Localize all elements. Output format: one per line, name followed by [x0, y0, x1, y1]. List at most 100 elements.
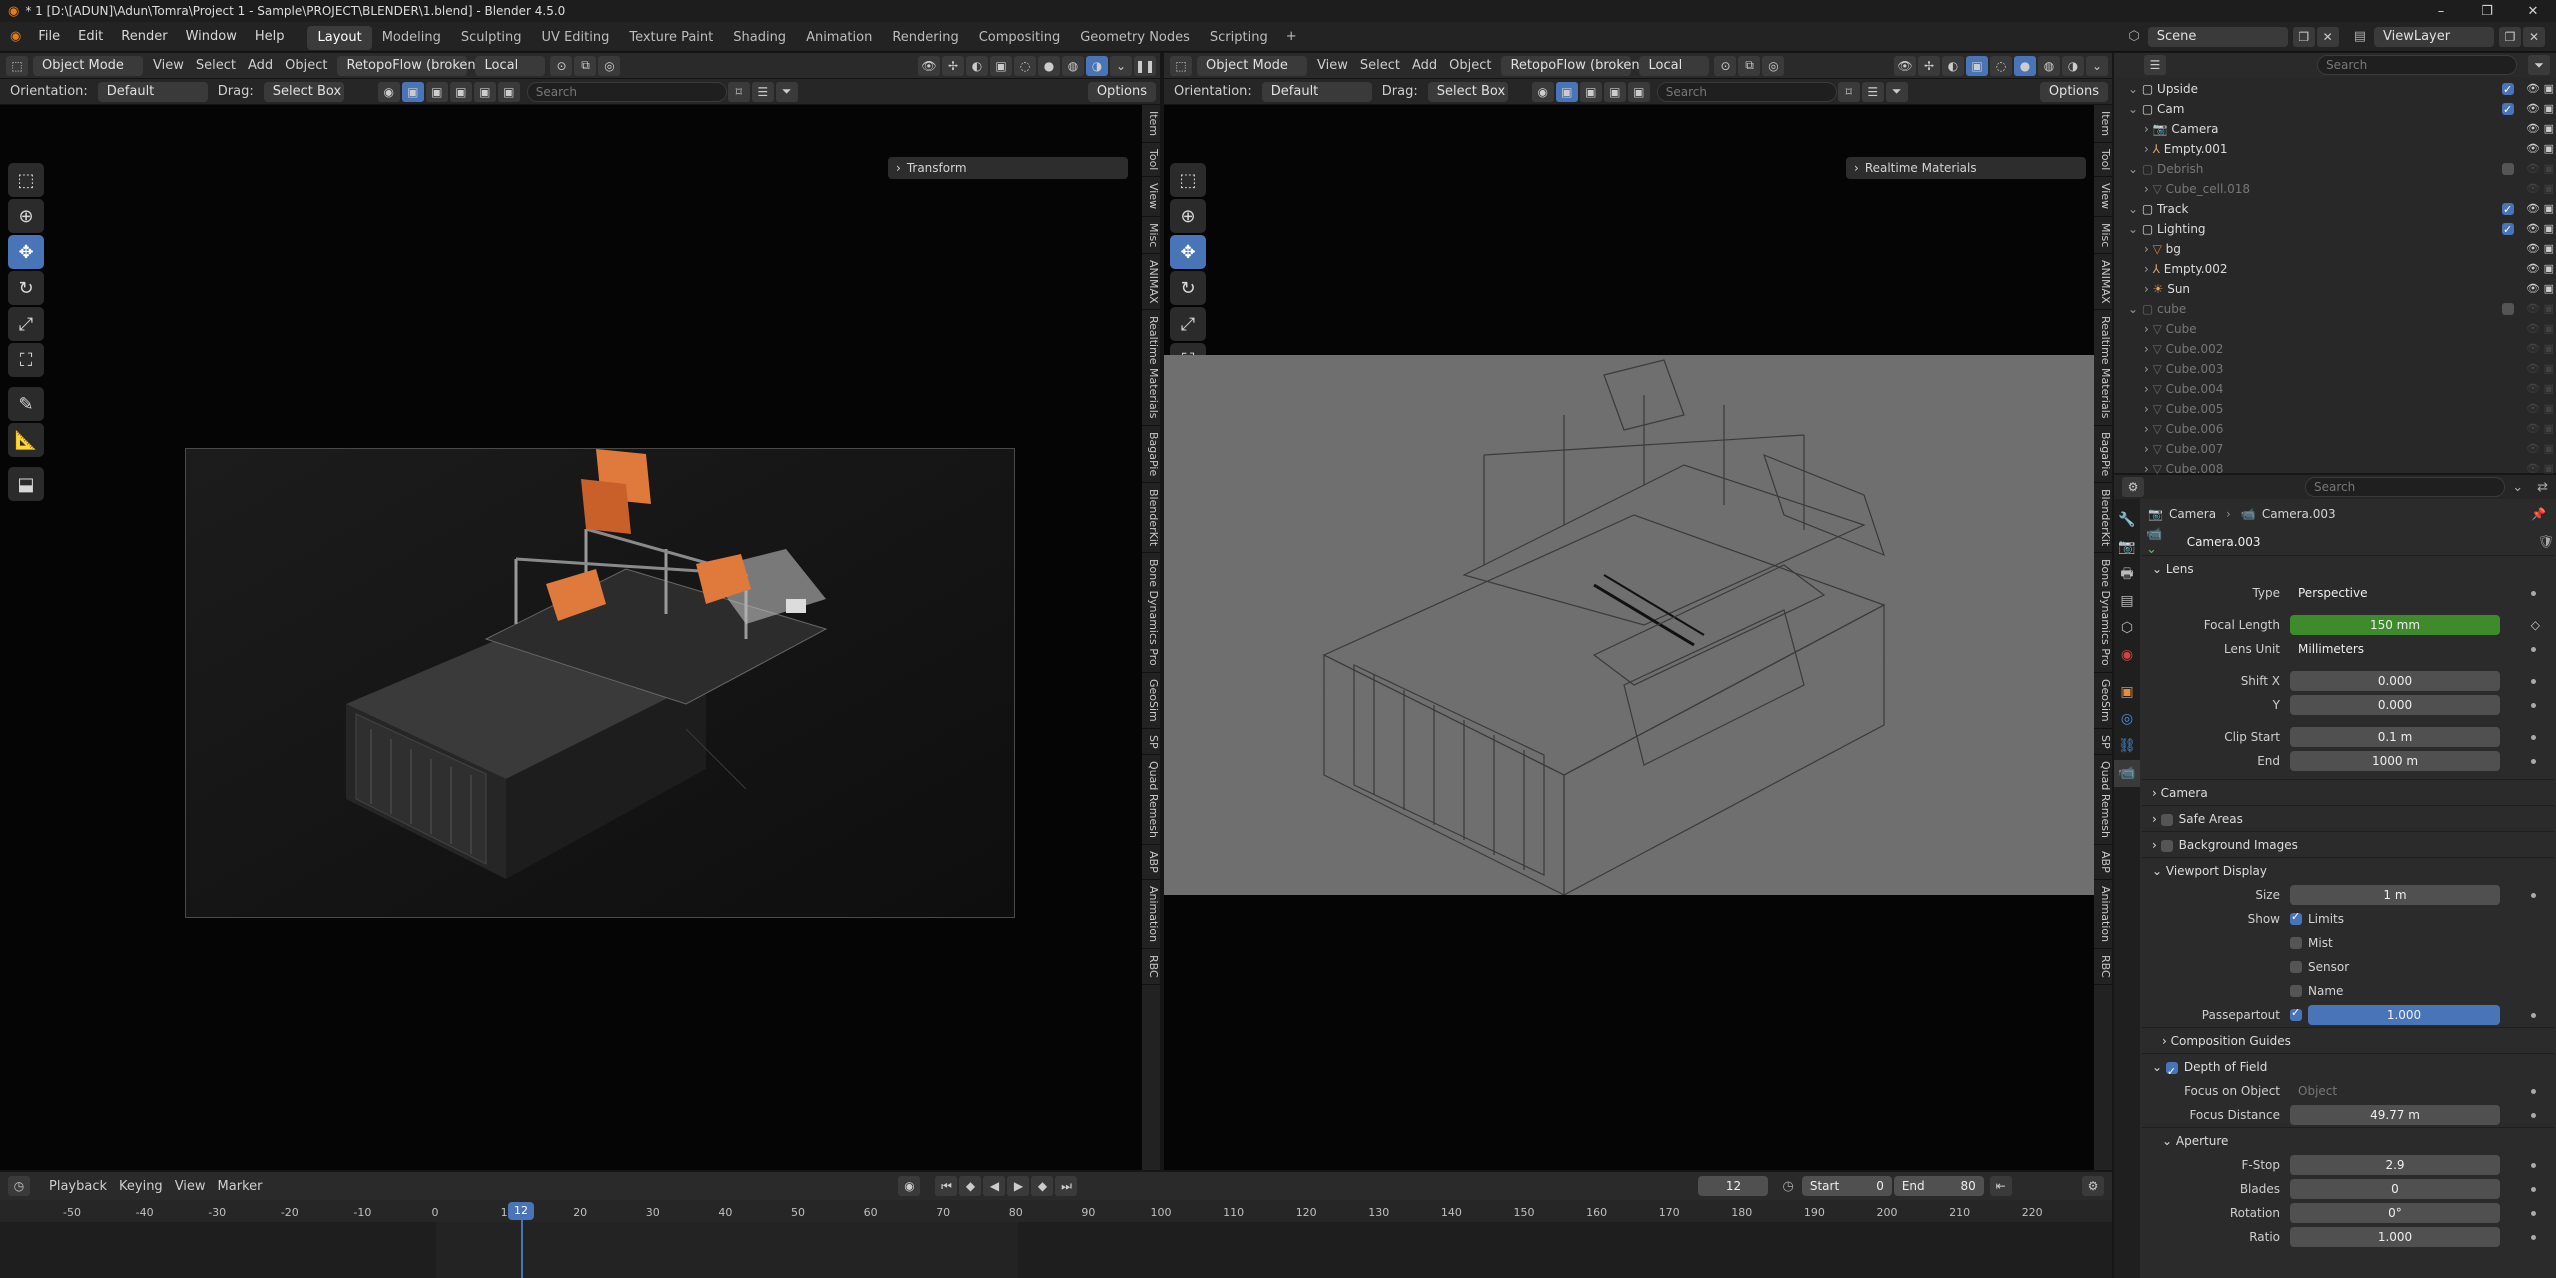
end-frame-field[interactable]: End 80 — [1893, 1176, 1984, 1196]
render-camera-icon[interactable]: ▣ — [2544, 99, 2554, 119]
focus-distance-field[interactable]: 49.77 m — [2290, 1105, 2500, 1125]
dof-checkbox[interactable] — [2165, 1059, 2178, 1085]
visibility-eye-icon[interactable]: 👁 — [2526, 259, 2540, 279]
auto-keying-icon[interactable]: ◉ — [898, 1176, 921, 1196]
right-sidetab-item[interactable]: Item — [2094, 105, 2112, 144]
left-filter-icon[interactable]: ⏷ — [775, 81, 798, 102]
timeline-menu-playback[interactable]: Playback — [43, 1179, 113, 1194]
right-realtime-materials-panel[interactable]: › Realtime Materials — [1846, 157, 2086, 179]
timeline-menu-marker[interactable]: Marker — [212, 1179, 269, 1194]
visibility-eye-icon[interactable]: 👁 — [2526, 339, 2540, 359]
output-tab-icon[interactable]: 🖶 — [2114, 561, 2140, 588]
new-view-layer-icon[interactable]: ❐ — [2499, 26, 2521, 47]
tab-modeling[interactable]: Modeling — [372, 26, 451, 50]
right-select-subtract-icon[interactable]: ▣ — [1603, 81, 1626, 102]
right-options-button[interactable]: Options — [2039, 81, 2108, 102]
collection-exclude-checkbox[interactable] — [2502, 200, 2514, 220]
expand-chevron-icon[interactable]: › — [2144, 242, 2153, 256]
right-shading-wire-icon[interactable]: ◌ — [1990, 55, 2012, 76]
left-options-button[interactable]: Options — [1087, 81, 1156, 102]
playhead-line[interactable] — [521, 1212, 523, 1278]
visibility-eye-icon[interactable]: 👁 — [2526, 379, 2540, 399]
render-camera-icon[interactable]: ▣ — [2544, 319, 2554, 339]
right-sidetab-geosim[interactable]: GeoSim — [2094, 673, 2112, 729]
right-shading-dropdown-icon[interactable]: ⌄ — [2086, 55, 2108, 76]
new-scene-icon[interactable]: ❐ — [2292, 26, 2315, 47]
playhead-label[interactable]: 12 — [508, 1202, 534, 1220]
outliner-row[interactable]: › 📷 Camera 👁 ▣ — [2114, 119, 2556, 139]
left-viewport-canvas[interactable]: ⬚ ⊕ ✥ ↻ ⤢ ⛶ ✎ 📐 ⬓ › Transform — [0, 105, 1142, 1170]
outliner-row[interactable]: › ▽ Cube.005 👁 ▣ — [2114, 399, 2556, 419]
cursor-tool-icon[interactable]: ⊕ — [8, 199, 44, 233]
left-select-extend-icon[interactable]: ▣ — [425, 81, 448, 102]
tab-rendering[interactable]: Rendering — [882, 26, 968, 50]
right-sidetab-misc[interactable]: Misc — [2094, 217, 2112, 254]
right-sidetab-quad-remesh[interactable]: Quad Remesh — [2094, 755, 2112, 846]
outliner-row[interactable]: ⌄ ▢ Debrish 👁 ▣ — [2114, 159, 2556, 179]
tab-compositing[interactable]: Compositing — [969, 26, 1071, 50]
delete-view-layer-icon[interactable]: ✕ — [2523, 26, 2545, 47]
object-tab-icon[interactable]: ▣ — [2114, 679, 2140, 706]
world-tab-icon[interactable]: ◉ — [2114, 642, 2140, 669]
right-scale-tool-icon[interactable]: ⤢ — [1170, 307, 1206, 341]
outliner-row[interactable]: › ▽ Cube.002 👁 ▣ — [2114, 339, 2556, 359]
right-layout-icon[interactable]: ☰ — [1861, 81, 1884, 102]
left-sidetab-misc[interactable]: Misc — [1142, 217, 1160, 254]
outliner-search[interactable]: Search — [2317, 55, 2517, 75]
blender-menu-icon[interactable]: ◉ — [0, 29, 29, 44]
left-shading-rendered-icon[interactable]: ◑ — [1086, 55, 1108, 76]
right-visibility-icon[interactable]: 👁 — [1894, 55, 1916, 76]
right-proportional-icon[interactable]: ◎ — [1762, 55, 1785, 76]
fake-user-icon[interactable]: 🛡 — [2537, 535, 2554, 550]
left-xray-icon[interactable]: ▣ — [990, 55, 1012, 76]
menu-window[interactable]: Window — [177, 22, 246, 52]
render-camera-icon[interactable]: ▣ — [2544, 179, 2554, 199]
timeline-ruler[interactable]: -50-40-30-20-100102030405060708090100110… — [0, 1200, 2112, 1222]
right-bookmark-icon[interactable]: ⌑ — [1837, 81, 1860, 102]
left-select-invert-icon[interactable]: ▣ — [473, 81, 496, 102]
camera-data-tab-icon[interactable]: 📹 — [2114, 760, 2140, 787]
left-gizmo-icon[interactable]: ✢ — [942, 55, 964, 76]
outliner-row[interactable]: ⌄ ▢ cube 👁 ▣ — [2114, 299, 2556, 319]
right-overlay-icon[interactable]: ◐ — [1942, 55, 1964, 76]
left-shading-material-icon[interactable]: ◍ — [1062, 55, 1084, 76]
limits-checkbox[interactable] — [2290, 910, 2302, 925]
expand-chevron-icon[interactable]: › — [2144, 442, 2153, 456]
play-reverse-icon[interactable]: ◀ — [983, 1176, 1006, 1196]
outliner-row[interactable]: › ▽ Cube 👁 ▣ — [2114, 319, 2556, 339]
visibility-eye-icon[interactable]: 👁 — [2526, 239, 2540, 259]
tab-uv-editing[interactable]: UV Editing — [532, 26, 620, 50]
right-sidetab-view[interactable]: View — [2094, 177, 2112, 217]
visibility-eye-icon[interactable]: 👁 — [2526, 279, 2540, 299]
expand-chevron-icon[interactable]: › — [2144, 362, 2153, 376]
rotate-tool-icon[interactable]: ↻ — [8, 271, 44, 305]
visibility-eye-icon[interactable]: 👁 — [2526, 139, 2540, 159]
left-sidetab-abp[interactable]: ABP — [1142, 845, 1160, 881]
left-transform-panel[interactable]: › Transform — [888, 157, 1128, 179]
rotation-field[interactable]: 0° — [2290, 1203, 2500, 1223]
annotate-tool-icon[interactable]: ✎ — [8, 387, 44, 421]
safe-areas-checkbox[interactable] — [2160, 813, 2173, 826]
delete-scene-icon[interactable]: ✕ — [2316, 26, 2339, 47]
right-sidetab-blenderkit[interactable]: BlenderKit — [2094, 483, 2112, 554]
left-menu-object[interactable]: Object — [279, 58, 333, 73]
left-menu-view[interactable]: View — [147, 58, 190, 73]
outliner-row[interactable]: › ▽ Cube.007 👁 ▣ — [2114, 439, 2556, 459]
tab-geometry-nodes[interactable]: Geometry Nodes — [1070, 26, 1200, 50]
right-sidetab-abp[interactable]: ABP — [2094, 845, 2112, 881]
next-keyframe-icon[interactable]: ◆ — [1031, 1176, 1054, 1196]
right-select-invert-icon[interactable]: ▣ — [1627, 81, 1650, 102]
timeline-editor-icon[interactable]: ◷ — [8, 1176, 30, 1196]
left-sidetab-item[interactable]: Item — [1142, 105, 1160, 144]
play-icon[interactable]: ▶ — [1007, 1176, 1030, 1196]
properties-dropdown-icon[interactable]: ⌄ — [2512, 480, 2523, 495]
timeline-range-icon[interactable]: ⇤ — [1989, 1176, 2012, 1196]
left-shading-dropdown-icon[interactable]: ⌄ — [1110, 55, 1132, 76]
render-camera-icon[interactable]: ▣ — [2544, 219, 2554, 239]
properties-editor-icon[interactable]: ⚙ — [2122, 477, 2144, 497]
tab-shading[interactable]: Shading — [723, 26, 796, 50]
left-sidetab-sp[interactable]: SP — [1142, 729, 1160, 756]
lens-panel-header[interactable]: ⌄ Lens — [2142, 555, 2554, 581]
tool-tab-icon[interactable]: 🔧 — [2114, 507, 2140, 534]
expand-chevron-icon[interactable]: › — [2144, 422, 2153, 436]
